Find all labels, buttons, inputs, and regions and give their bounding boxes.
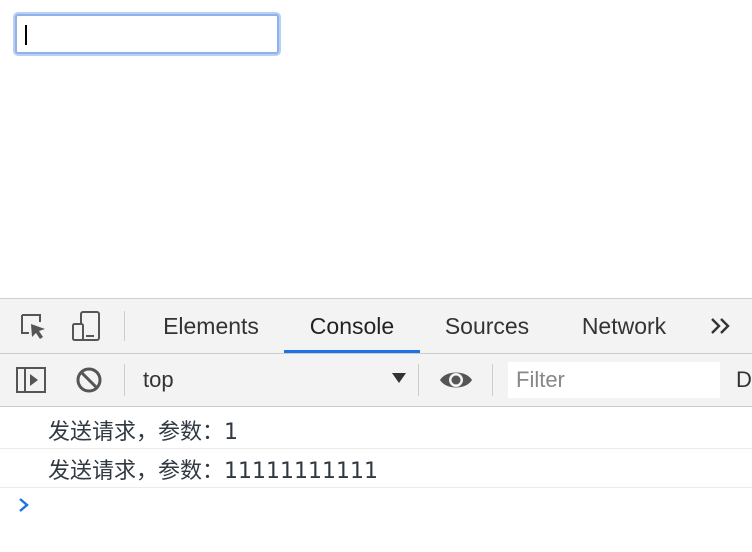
text-cursor xyxy=(25,25,27,45)
filter-input[interactable]: Filter xyxy=(508,362,720,398)
text-input[interactable] xyxy=(15,14,279,54)
context-selector[interactable]: top xyxy=(143,354,408,406)
truncated-label: D xyxy=(736,367,752,392)
console-toolbar: top Filter D xyxy=(0,354,752,407)
inspect-element-icon[interactable] xyxy=(16,311,50,341)
tab-network[interactable]: Network xyxy=(564,299,684,353)
sidebar-toggle-icon[interactable] xyxy=(14,366,48,394)
filter-placeholder: Filter xyxy=(516,367,565,392)
tab-sources[interactable]: Sources xyxy=(426,299,548,353)
toolbar-separator xyxy=(124,311,125,341)
tab-elements[interactable]: Elements xyxy=(146,299,276,353)
tab-network-label: Network xyxy=(581,312,667,339)
device-toolbar-icon[interactable] xyxy=(68,311,104,341)
toolbar-separator xyxy=(492,364,493,396)
console-message: 发送请求，参数：11111111111 xyxy=(0,450,752,488)
clear-console-icon[interactable] xyxy=(74,366,104,394)
page: Elements Console Sources Network top Fil… xyxy=(0,0,752,552)
toolbar-separator xyxy=(418,364,419,396)
tab-console[interactable]: Console xyxy=(284,299,420,353)
live-expression-eye-icon[interactable] xyxy=(438,366,474,394)
console-message-text: 发送请求，参数：1 xyxy=(48,419,238,445)
console-message-text: 发送请求，参数：11111111111 xyxy=(48,458,378,484)
tab-sources-label: Sources xyxy=(444,312,530,339)
chevron-double-right-icon[interactable] xyxy=(706,299,736,353)
context-selector-label: top xyxy=(143,367,174,392)
toolbar-separator xyxy=(124,364,125,396)
tab-console-label: Console xyxy=(309,312,395,339)
console-message: 发送请求，参数：1 xyxy=(0,411,752,449)
dropdown-arrow-icon xyxy=(390,371,408,390)
truncated-levels-dropdown[interactable]: D xyxy=(736,354,752,406)
devtools-panel: Elements Console Sources Network top Fil… xyxy=(0,298,752,552)
console-prompt-chevron-icon[interactable] xyxy=(14,493,34,517)
devtools-tabbar: Elements Console Sources Network xyxy=(0,299,752,354)
tab-elements-label: Elements xyxy=(163,312,259,339)
